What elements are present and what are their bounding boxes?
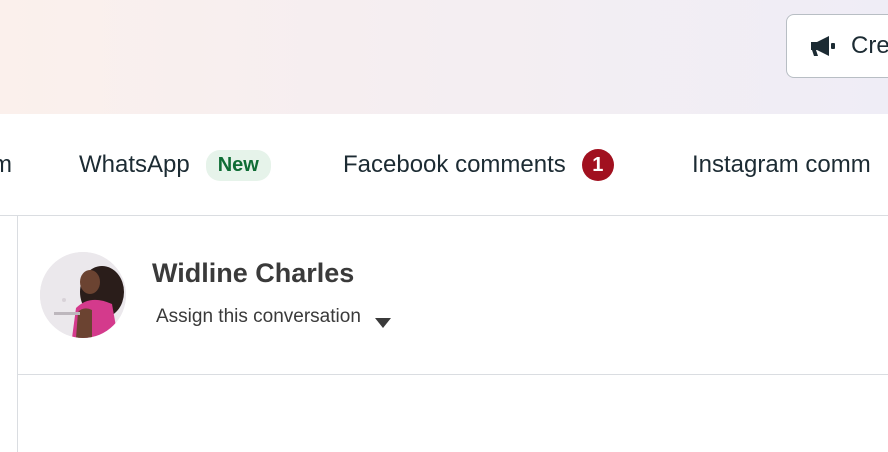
tab-label: m <box>0 151 12 178</box>
tab-facebook-comments[interactable]: Facebook comments 1 <box>343 114 614 216</box>
tab-label: WhatsApp <box>79 151 190 178</box>
contact-name: Widline Charles <box>152 258 355 288</box>
new-badge: New <box>205 149 271 181</box>
unread-count-badge: 1 <box>581 149 614 181</box>
tab-instagram[interactable]: m <box>0 114 12 216</box>
megaphone-icon <box>809 34 837 58</box>
tab-instagram-comments[interactable]: Instagram comm <box>692 114 871 216</box>
caret-down-icon <box>374 312 391 328</box>
create-ad-button[interactable]: Cre <box>786 14 888 78</box>
tab-label: Facebook comments <box>343 151 566 178</box>
avatar-photo-icon <box>40 252 126 338</box>
assign-label: Assign this conversation <box>156 306 361 327</box>
avatar[interactable] <box>40 252 126 338</box>
assign-conversation-dropdown[interactable]: Assign this conversation <box>156 306 391 328</box>
inbox-tabs: m WhatsApp New Facebook comments 1 Insta… <box>0 114 888 216</box>
tab-whatsapp[interactable]: WhatsApp New <box>79 114 271 216</box>
conversation-header: Widline Charles Assign this conversation <box>18 216 888 375</box>
page: Cre m WhatsApp New Facebook comments 1 I… <box>0 0 888 452</box>
header-banner: Cre <box>0 0 888 114</box>
tab-label: Instagram comm <box>692 151 871 178</box>
create-button-label: Cre <box>851 32 888 59</box>
